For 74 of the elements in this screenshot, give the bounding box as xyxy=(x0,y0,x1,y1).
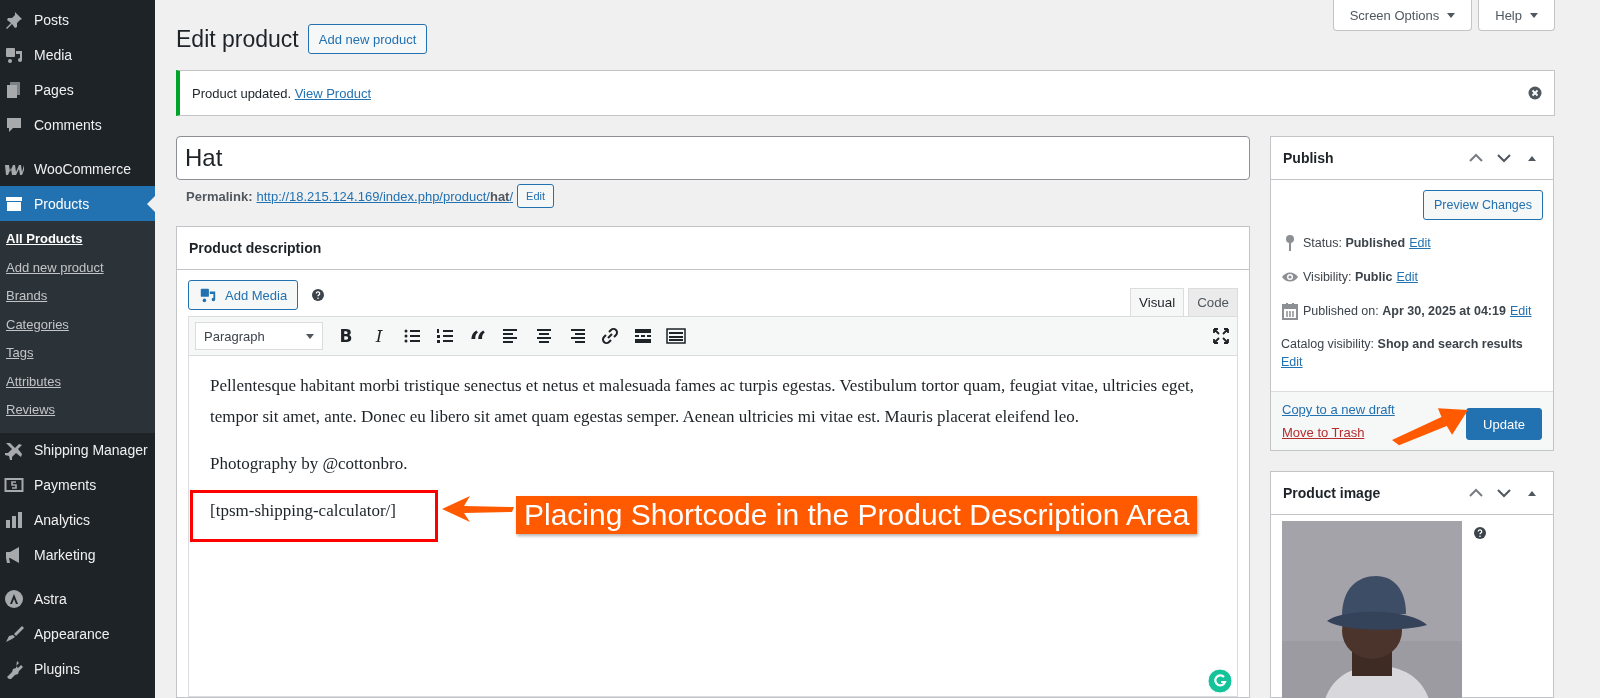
bold-button[interactable]: B xyxy=(336,326,356,346)
publish-detail: Catalog visibility: Shop and search results xyxy=(1281,337,1523,351)
submenu-item[interactable]: All Products xyxy=(0,225,155,254)
link-icon[interactable] xyxy=(600,326,620,346)
menu-item[interactable]: Comments xyxy=(0,107,155,142)
menu-item[interactable]: Posts xyxy=(0,2,155,37)
screen-tab[interactable]: Screen Options xyxy=(1332,0,1473,31)
add-media-button[interactable]: Add Media xyxy=(188,280,299,310)
add-new-button[interactable]: Add new product xyxy=(307,24,428,54)
help-icon[interactable] xyxy=(1474,527,1486,539)
page-title: Edit product xyxy=(176,25,299,53)
permalink-link[interactable]: http://18.215.124.169/index.php/product/hat/ xyxy=(256,188,514,204)
menu-item[interactable]: Appearance xyxy=(0,616,155,652)
panel-title: Publish xyxy=(1283,150,1334,166)
align-center-icon[interactable] xyxy=(534,326,554,346)
menu-item[interactable]: Plugins xyxy=(0,651,155,687)
dollar-icon xyxy=(4,475,24,495)
edit-link[interactable]: Edit xyxy=(1409,236,1431,250)
trash-link[interactable]: Move to Trash xyxy=(1282,425,1395,440)
menu-item[interactable]: Pages xyxy=(0,72,155,107)
submenu-item[interactable]: Categories xyxy=(0,310,155,339)
permalink-label: Permalink: xyxy=(186,188,253,204)
submenu-item[interactable]: Add new product xyxy=(0,253,155,282)
callout-label: Placing Shortcode in the Product Description Area xyxy=(516,496,1198,534)
copy-draft-link[interactable]: Copy to a new draft xyxy=(1282,402,1395,417)
help-icon[interactable] xyxy=(312,289,325,301)
fullscreen-icon[interactable] xyxy=(1211,326,1231,346)
plane-icon xyxy=(4,440,24,460)
screen-tab[interactable]: Help xyxy=(1478,0,1555,31)
dismiss-icon[interactable] xyxy=(1528,86,1542,100)
paragraph: Pellentesque habitant morbi tristique senectus et netus et malesuada fames ac turpis egestas. Vestibulum tortor quam, feugiat vitae, ultricies eget, tempor sit amet, ante. Donec eu libero sit amet quam egestas semper. Aenean ultricies mi vitae est. Mauris placerat eleifend leo. xyxy=(210,375,1195,428)
update-button[interactable]: Update xyxy=(1466,408,1542,440)
preview-button[interactable]: Preview Changes xyxy=(1423,190,1543,220)
numbered-list-icon[interactable] xyxy=(435,326,455,346)
edit-link[interactable]: Edit xyxy=(1509,304,1532,318)
pin-icon xyxy=(4,9,24,30)
bar-chart-icon xyxy=(4,510,24,530)
keyboard-icon[interactable] xyxy=(666,326,686,346)
edit-slug-button[interactable]: Edit xyxy=(517,184,555,208)
publish-detail: Published on: Apr 30, 2025 at 04:19 xyxy=(1303,304,1506,318)
notice-text: Product updated. View Product xyxy=(192,85,371,101)
submenu-item[interactable]: Attributes xyxy=(0,367,155,396)
menu-item[interactable]: Media xyxy=(0,37,155,72)
calendar-icon xyxy=(1281,302,1299,320)
publish-detail: Status: Published xyxy=(1303,236,1406,250)
format-select[interactable]: Paragraph xyxy=(195,322,323,350)
editor-tab[interactable]: Code xyxy=(1188,288,1238,316)
italic-button[interactable]: I xyxy=(369,326,389,346)
menu-item[interactable]: Astra xyxy=(0,581,155,617)
assistant-icon xyxy=(1207,668,1233,694)
paragraph: Photography by @cottonbro. xyxy=(210,453,408,475)
menu-item[interactable]: Payments xyxy=(0,467,155,503)
submenu-item[interactable]: Reviews xyxy=(0,396,155,425)
menu-item[interactable]: Shipping Manager xyxy=(0,432,155,468)
menu-item[interactable]: WooCommerce xyxy=(0,151,155,186)
editor-tab[interactable]: Visual xyxy=(1130,288,1185,316)
paintbrush-icon xyxy=(4,624,24,644)
view-product-link[interactable]: View Product xyxy=(294,85,371,101)
media-icon xyxy=(199,286,217,304)
submenu-item[interactable]: Tags xyxy=(0,339,155,368)
paragraph: [tpsm-shipping-calculator/] xyxy=(210,500,396,522)
edit-link[interactable]: Edit xyxy=(1396,270,1418,284)
menu-item[interactable]: Marketing xyxy=(0,537,155,573)
title-field[interactable]: Hat xyxy=(176,136,1250,180)
read-more-icon[interactable] xyxy=(633,326,653,346)
panel-title: Product description xyxy=(189,240,322,256)
panel-title: Product image xyxy=(1283,485,1381,501)
menu-item[interactable]: Products xyxy=(0,186,155,221)
blockquote-button[interactable]: “ xyxy=(468,320,488,352)
edit-link[interactable]: Edit xyxy=(1281,355,1303,369)
menu-item[interactable]: Analytics xyxy=(0,502,155,538)
submenu-item[interactable]: Brands xyxy=(0,282,155,311)
publish-detail: Visibility: Public xyxy=(1303,270,1393,284)
arrow xyxy=(442,494,514,524)
